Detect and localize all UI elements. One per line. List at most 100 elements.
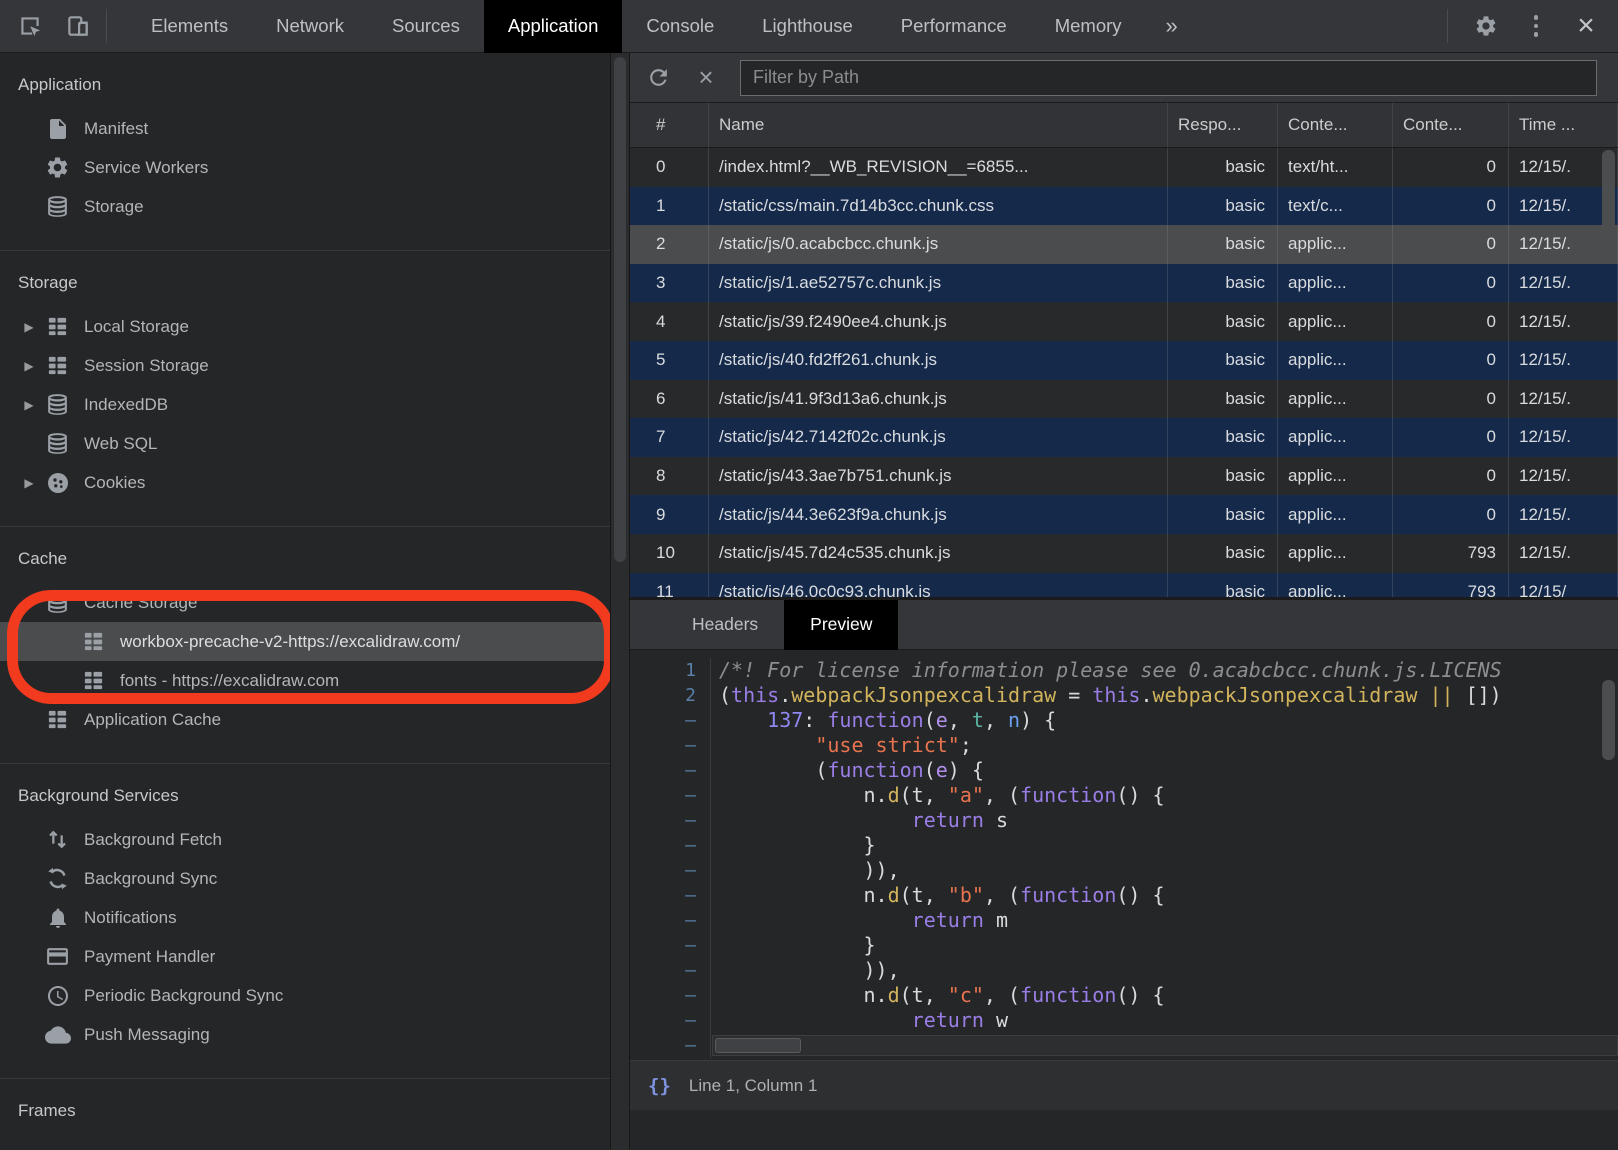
column-header-time[interactable]: Time ... bbox=[1509, 103, 1618, 147]
clear-icon[interactable]: × bbox=[686, 58, 726, 98]
devtools-window: ElementsNetworkSourcesApplicationConsole… bbox=[0, 0, 1618, 1150]
sidebar-item-indexeddb[interactable]: ▶IndexedDB bbox=[0, 385, 610, 424]
sidebar-item-push-messaging[interactable]: Push Messaging bbox=[0, 1015, 610, 1054]
table-row[interactable]: 8/static/js/43.3ae7b751.chunk.jsbasicapp… bbox=[630, 457, 1618, 496]
code-text: )), bbox=[711, 858, 900, 883]
sidebar-item-web-sql[interactable]: Web SQL bbox=[0, 424, 610, 463]
table-row[interactable]: 1/static/css/main.7d14b3cc.chunk.cssbasi… bbox=[630, 187, 1618, 226]
tab-network[interactable]: Network bbox=[252, 0, 368, 53]
more-tabs-chevron-icon[interactable]: » bbox=[1146, 13, 1198, 39]
annotated-group: ▼ Cache Storage workbox-precache-v2-https:… bbox=[0, 583, 610, 700]
sidebar-item-cache-storage[interactable]: ▼ Cache Storage bbox=[0, 583, 610, 622]
sidebar-item-session-storage[interactable]: ▶Session Storage bbox=[0, 346, 610, 385]
kebab-menu-icon[interactable] bbox=[1516, 6, 1556, 46]
column-header-conte[interactable]: Conte... bbox=[1278, 103, 1393, 147]
sidebar-item-application-cache[interactable]: Application Cache bbox=[0, 700, 610, 739]
table-row[interactable]: 0/index.html?__WB_REVISION__=6855...basi… bbox=[630, 148, 1618, 187]
tab-preview[interactable]: Preview bbox=[784, 600, 898, 650]
tab-lighthouse[interactable]: Lighthouse bbox=[738, 0, 877, 53]
sidebar-item-manifest[interactable]: Manifest bbox=[0, 109, 610, 148]
column-header-respo[interactable]: Respo... bbox=[1168, 103, 1278, 147]
table-cell: applic... bbox=[1278, 534, 1393, 573]
cookie-icon bbox=[44, 469, 71, 496]
sidebar-item-local-storage[interactable]: ▶Local Storage bbox=[0, 307, 610, 346]
table-cell: 12/15/. bbox=[1509, 534, 1618, 573]
table-row[interactable]: 7/static/js/42.7142f02c.chunk.jsbasicapp… bbox=[630, 418, 1618, 457]
column-header-name[interactable]: Name bbox=[709, 103, 1168, 147]
sidebar-item-service-workers[interactable]: Service Workers bbox=[0, 148, 610, 187]
code-vertical-scrollbar-thumb[interactable] bbox=[1602, 680, 1615, 760]
table-cell: 7 bbox=[630, 418, 709, 457]
sidebar-item-notifications[interactable]: Notifications bbox=[0, 898, 610, 937]
table-scrollbar-thumb[interactable] bbox=[1602, 150, 1615, 243]
tab-memory[interactable]: Memory bbox=[1031, 0, 1146, 53]
cache-table-header: #NameRespo...Conte...Conte...Time ... bbox=[630, 103, 1618, 148]
code-horizontal-scrollbar[interactable] bbox=[712, 1035, 1618, 1056]
sidebar-item-background-sync[interactable]: Background Sync bbox=[0, 859, 610, 898]
chevron-right-icon[interactable]: ▶ bbox=[14, 398, 44, 412]
tab-sources[interactable]: Sources bbox=[368, 0, 484, 53]
sidebar-scrollbar-thumb[interactable] bbox=[614, 57, 626, 562]
table-cell: 12/15/ bbox=[1509, 573, 1618, 598]
table-cell: basic bbox=[1168, 418, 1278, 457]
table-cell: basic bbox=[1168, 225, 1278, 264]
sidebar-item-workbox-precache-v2-https-excalidraw-com[interactable]: workbox-precache-v2-https://excalidraw.c… bbox=[0, 622, 610, 661]
sidebar-item-label: Storage bbox=[84, 197, 144, 217]
cache-storage-panel: × #NameRespo...Conte...Conte...Time ... … bbox=[630, 53, 1618, 1150]
tab-console[interactable]: Console bbox=[622, 0, 738, 53]
table-cell: basic bbox=[1168, 380, 1278, 419]
table-row[interactable]: 11/static/js/46.0c0c93.chunk.jsbasicappl… bbox=[630, 573, 1618, 598]
chevron-right-icon[interactable]: ▶ bbox=[14, 320, 44, 334]
device-toolbar-icon[interactable] bbox=[58, 6, 98, 46]
sidebar-item-cookies[interactable]: ▶Cookies bbox=[0, 463, 610, 502]
sidebar-item-periodic-background-sync[interactable]: Periodic Background Sync bbox=[0, 976, 610, 1015]
section-title: Cache bbox=[0, 537, 610, 583]
sidebar-item-payment-handler[interactable]: Payment Handler bbox=[0, 937, 610, 976]
table-cell: applic... bbox=[1278, 225, 1393, 264]
tab-headers[interactable]: Headers bbox=[666, 600, 784, 650]
chevron-right-icon[interactable]: ▶ bbox=[14, 359, 44, 373]
code-preview[interactable]: 1/*! For license information please see … bbox=[630, 650, 1618, 1060]
table-row[interactable]: 4/static/js/39.f2490ee4.chunk.jsbasicapp… bbox=[630, 302, 1618, 341]
close-icon[interactable]: × bbox=[1566, 6, 1606, 46]
preview-statusbar: {} Line 1, Column 1 bbox=[630, 1060, 1618, 1110]
sidebar-item-label: Cache Storage bbox=[84, 593, 197, 613]
table-cell: applic... bbox=[1278, 457, 1393, 496]
code-text: "use strict"; bbox=[711, 733, 972, 758]
code-line: – )), bbox=[630, 958, 1618, 983]
code-hscroll-thumb[interactable] bbox=[715, 1038, 801, 1053]
column-header-conte[interactable]: Conte... bbox=[1393, 103, 1509, 147]
table-cell: /static/js/46.0c0c93.chunk.js bbox=[709, 573, 1168, 598]
curly-braces-icon[interactable]: {} bbox=[648, 1075, 671, 1097]
table-cell: 12/15/. bbox=[1509, 302, 1618, 341]
grid-icon bbox=[80, 628, 107, 655]
tab-performance[interactable]: Performance bbox=[877, 0, 1031, 53]
chevron-right-icon[interactable]: ▶ bbox=[14, 476, 44, 490]
table-cell: /static/js/43.3ae7b751.chunk.js bbox=[709, 457, 1168, 496]
sidebar-scrollbar[interactable] bbox=[610, 53, 630, 1150]
preview-tabbar: HeadersPreview bbox=[630, 600, 1618, 650]
chevron-down-icon[interactable]: ▼ bbox=[14, 596, 44, 610]
table-cell: 2 bbox=[630, 225, 709, 264]
sidebar-item-background-fetch[interactable]: Background Fetch bbox=[0, 820, 610, 859]
table-row[interactable]: 6/static/js/41.9f3d13a6.chunk.jsbasicapp… bbox=[630, 380, 1618, 419]
tab-application[interactable]: Application bbox=[484, 0, 623, 53]
line-number: 2 bbox=[630, 683, 711, 708]
refresh-icon[interactable] bbox=[638, 58, 678, 98]
sidebar-item-label: Application Cache bbox=[84, 710, 221, 730]
table-cell: 8 bbox=[630, 457, 709, 496]
filter-by-path-input[interactable] bbox=[740, 60, 1597, 96]
inspect-icon[interactable] bbox=[10, 6, 50, 46]
code-text: return w bbox=[711, 1008, 1008, 1033]
sidebar-item-fonts-https-excalidraw-com[interactable]: fonts - https://excalidraw.com bbox=[0, 661, 610, 700]
sidebar-item-storage[interactable]: Storage bbox=[0, 187, 610, 226]
table-row[interactable]: 10/static/js/45.7d24c535.chunk.jsbasicap… bbox=[630, 534, 1618, 573]
tab-elements[interactable]: Elements bbox=[127, 0, 252, 53]
settings-gear-icon[interactable] bbox=[1466, 6, 1506, 46]
table-row[interactable]: 3/static/js/1.ae52757c.chunk.jsbasicappl… bbox=[630, 264, 1618, 303]
table-row[interactable]: 5/static/js/40.fd2ff261.chunk.jsbasicapp… bbox=[630, 341, 1618, 380]
table-row[interactable]: 9/static/js/44.3e623f9a.chunk.jsbasicapp… bbox=[630, 495, 1618, 534]
table-row[interactable]: 2/static/js/0.acabcbcc.chunk.jsbasicappl… bbox=[630, 225, 1618, 264]
column-header-[interactable]: # bbox=[630, 103, 709, 147]
database-icon bbox=[44, 589, 71, 616]
